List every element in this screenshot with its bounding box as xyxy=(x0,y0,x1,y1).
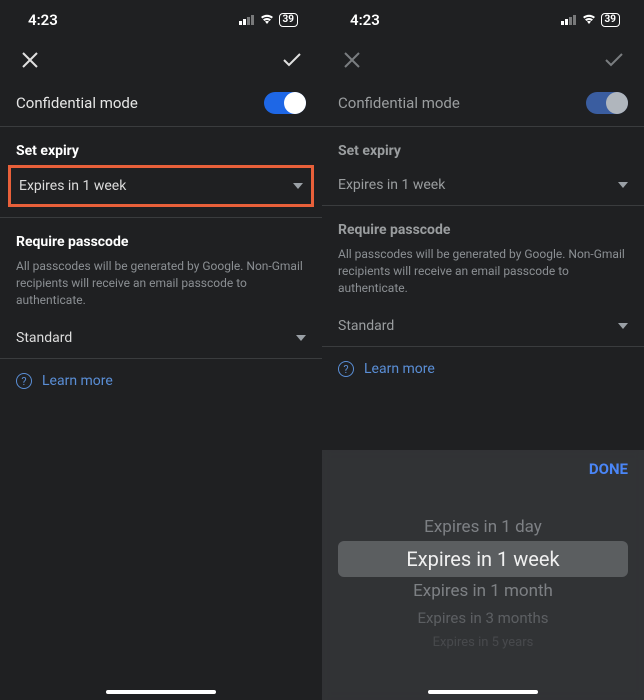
confidential-label: Confidential mode xyxy=(338,94,460,112)
signal-icon xyxy=(561,11,577,29)
top-bar xyxy=(0,40,322,80)
expiry-title: Set expiry xyxy=(0,127,322,165)
picker-panel: DONE Expires in 1 day Expires in 1 week … xyxy=(322,450,644,700)
top-bar xyxy=(322,40,644,80)
passcode-value: Standard xyxy=(16,330,72,346)
status-icons: 39 xyxy=(239,11,298,29)
home-indicator[interactable] xyxy=(428,690,538,694)
chevron-down-icon xyxy=(618,323,628,329)
battery-icon: 39 xyxy=(601,13,620,27)
signal-icon xyxy=(239,11,255,29)
status-time: 4:23 xyxy=(350,11,380,29)
confidential-toggle[interactable] xyxy=(264,92,306,114)
status-bar: 4:23 39 xyxy=(0,0,322,40)
chevron-down-icon xyxy=(296,335,306,341)
phone-left: 4:23 39 Confidential mode Set expiry Exp… xyxy=(0,0,322,700)
help-icon: ? xyxy=(338,361,354,377)
learn-more-link[interactable]: ? Learn more xyxy=(0,359,322,403)
expiry-value: Expires in 1 week xyxy=(19,178,126,194)
expiry-title: Set expiry xyxy=(322,127,644,165)
passcode-value: Standard xyxy=(338,318,394,334)
status-bar: 4:23 39 xyxy=(322,0,644,40)
passcode-title: Require passcode xyxy=(322,206,644,244)
help-icon: ? xyxy=(16,373,32,389)
expiry-dropdown[interactable]: Expires in 1 week xyxy=(322,165,644,205)
learn-more-label: Learn more xyxy=(364,361,435,377)
picker-toolbar: DONE xyxy=(322,450,644,488)
passcode-title: Require passcode xyxy=(0,218,322,256)
passcode-desc: All passcodes will be generated by Googl… xyxy=(0,256,322,318)
picker-wheel[interactable]: Expires in 1 day Expires in 1 week Expir… xyxy=(322,488,644,678)
passcode-desc: All passcodes will be generated by Googl… xyxy=(322,244,644,306)
picker-done-button[interactable]: DONE xyxy=(589,460,628,478)
confidential-mode-row: Confidential mode xyxy=(0,80,322,126)
expiry-dropdown[interactable]: Expires in 1 week xyxy=(8,165,314,207)
phone-right: 4:23 39 Confidential mode Set expiry Exp… xyxy=(322,0,644,700)
confidential-mode-row: Confidential mode xyxy=(322,80,644,126)
learn-more-label: Learn more xyxy=(42,373,113,389)
status-time: 4:23 xyxy=(28,11,58,29)
status-icons: 39 xyxy=(561,11,620,29)
confirm-icon[interactable] xyxy=(278,46,306,74)
learn-more-link[interactable]: ? Learn more xyxy=(322,347,644,391)
picker-option[interactable]: Expires in 3 months xyxy=(417,605,548,631)
passcode-dropdown[interactable]: Standard xyxy=(0,318,322,358)
confidential-toggle[interactable] xyxy=(586,92,628,114)
picker-option[interactable]: Expires in 1 day xyxy=(424,513,542,541)
passcode-dropdown[interactable]: Standard xyxy=(322,306,644,346)
expiry-value: Expires in 1 week xyxy=(338,177,445,193)
wifi-icon xyxy=(581,11,597,29)
picker-option[interactable]: Expires in 5 years xyxy=(433,631,534,654)
battery-icon: 39 xyxy=(279,13,298,27)
close-icon[interactable] xyxy=(338,46,366,74)
close-icon[interactable] xyxy=(16,46,44,74)
picker-option-selected[interactable]: Expires in 1 week xyxy=(338,541,628,577)
confirm-icon[interactable] xyxy=(600,46,628,74)
wifi-icon xyxy=(259,11,275,29)
chevron-down-icon xyxy=(293,183,303,189)
picker-option[interactable]: Expires in 1 month xyxy=(413,577,553,605)
chevron-down-icon xyxy=(618,182,628,188)
home-indicator[interactable] xyxy=(106,690,216,694)
confidential-label: Confidential mode xyxy=(16,94,138,112)
